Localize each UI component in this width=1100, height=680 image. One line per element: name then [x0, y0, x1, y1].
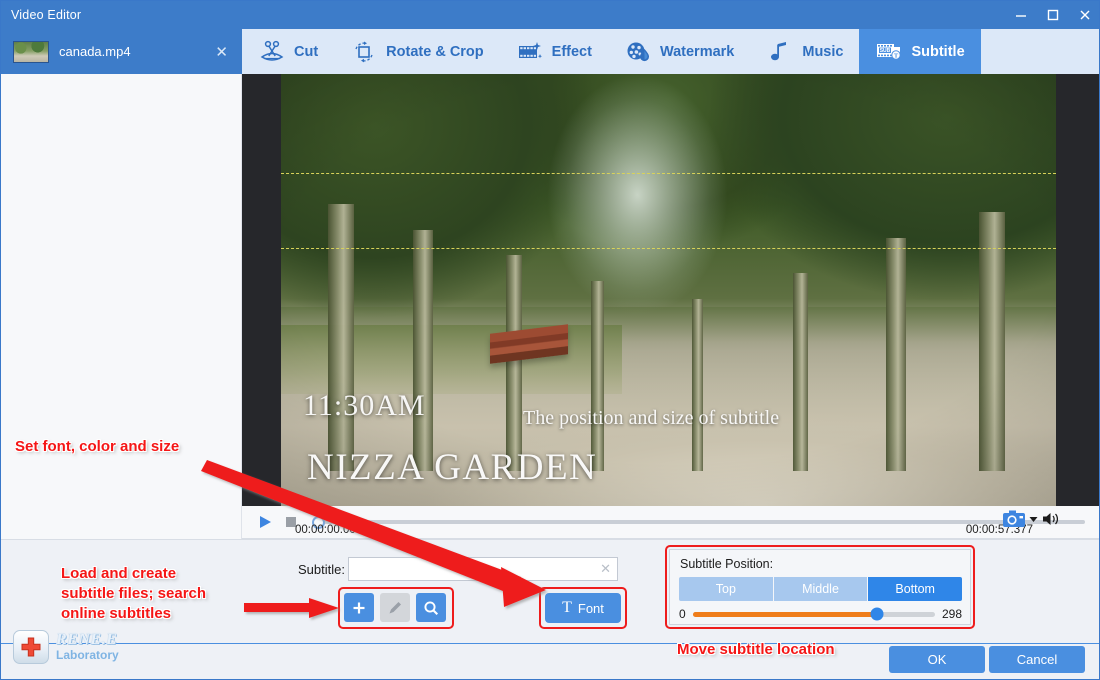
- slider-fill: [693, 612, 877, 617]
- rotate-crop-icon: [350, 40, 378, 64]
- window-title: Video Editor: [1, 8, 81, 22]
- subtitle-position-panel: Subtitle Position: Top Middle Bottom 0 2…: [669, 549, 971, 625]
- search-icon: [423, 600, 439, 616]
- minimize-button[interactable]: [1005, 1, 1037, 29]
- maximize-icon: [1046, 8, 1060, 22]
- toolbar-item-effect[interactable]: Effect: [500, 29, 608, 74]
- video-overlay-time: 11:30AM: [303, 389, 426, 423]
- annotation-load-create: Load and create subtitle files; search o…: [61, 564, 206, 624]
- video-preview[interactable]: 11:30AM NIZZA GARDEN The position and si…: [242, 74, 1100, 506]
- toolbar-label-cut: Cut: [294, 44, 318, 60]
- subtitle-position-segments: Top Middle Bottom: [679, 577, 962, 601]
- brand-sub: Laboratory: [56, 649, 119, 662]
- main-toolbar: Cut Rotate & Crop: [242, 29, 1100, 74]
- subtitle-position-title: Subtitle Position:: [680, 557, 773, 571]
- video-frame: 11:30AM NIZZA GARDEN The position and si…: [281, 74, 1056, 506]
- subtitle-input-wrapper[interactable]: ✕: [348, 557, 618, 581]
- cancel-button[interactable]: Cancel: [989, 646, 1085, 673]
- watermark-droplet-icon: [624, 40, 652, 64]
- minimize-icon: [1014, 8, 1028, 22]
- subtitle-input[interactable]: [355, 562, 596, 576]
- file-tab[interactable]: canada.mp4 ✕: [1, 29, 242, 74]
- play-icon: [257, 514, 273, 530]
- add-subtitle-button[interactable]: [344, 593, 374, 622]
- maximize-button[interactable]: [1037, 1, 1069, 29]
- svg-text:T: T: [894, 52, 899, 59]
- video-overlay-place: NIZZA GARDEN: [307, 446, 597, 489]
- play-button[interactable]: [252, 514, 278, 530]
- subtitle-sub-icon: SUB T: [875, 40, 903, 64]
- slider-track[interactable]: [693, 612, 935, 617]
- chevron-down-icon[interactable]: [1028, 509, 1039, 529]
- speaker-icon[interactable]: [1041, 509, 1061, 529]
- scissors-icon: [258, 40, 286, 64]
- toolbar-label-music: Music: [802, 44, 843, 60]
- slider-max-label: 298: [942, 607, 962, 621]
- red-cross-badge-icon: [13, 630, 49, 664]
- close-icon: [1078, 8, 1092, 22]
- brand-text: RENE.E Laboratory: [56, 632, 119, 661]
- toolbar-item-cut[interactable]: Cut: [242, 29, 334, 74]
- annotation-set-font: Set font, color and size: [15, 437, 179, 457]
- pencil-icon: [387, 600, 403, 616]
- toolbar-item-music[interactable]: Music: [750, 29, 859, 74]
- subtitle-field-label: Subtitle:: [298, 562, 345, 577]
- video-vignette: [281, 74, 1056, 506]
- window-controls: [1005, 1, 1100, 29]
- toolbar-label-subtitle: Subtitle: [911, 44, 964, 60]
- subtitle-position-slider[interactable]: 0 298: [679, 607, 962, 621]
- position-option-top[interactable]: Top: [679, 577, 774, 601]
- svg-text:SUB: SUB: [880, 48, 891, 54]
- brand-logo: RENE.E Laboratory: [13, 630, 119, 664]
- font-button[interactable]: T Font: [545, 593, 621, 623]
- position-option-middle[interactable]: Middle: [774, 577, 869, 601]
- slider-handle[interactable]: [870, 608, 883, 621]
- close-file-icon[interactable]: ✕: [209, 43, 234, 61]
- subtitle-file-buttons: [344, 593, 446, 622]
- edit-subtitle-button[interactable]: [380, 593, 410, 622]
- subtitle-bounding-box[interactable]: [281, 173, 1056, 249]
- file-name: canada.mp4: [59, 44, 209, 59]
- toolbar-spacer: [981, 29, 1100, 74]
- toolbar-item-watermark[interactable]: Watermark: [608, 29, 750, 74]
- brand-name: RENE.E: [56, 632, 119, 649]
- close-button[interactable]: [1069, 1, 1100, 29]
- title-bar: Video Editor: [1, 1, 1100, 29]
- search-subtitle-button[interactable]: [416, 593, 446, 622]
- snapshot-controls: [1002, 509, 1061, 529]
- font-t-icon: T: [562, 599, 572, 617]
- position-option-bottom[interactable]: Bottom: [868, 577, 962, 601]
- video-editor-window: Video Editor canada.mp4 ✕: [0, 0, 1100, 680]
- subtitle-overlay-text[interactable]: The position and size of subtitle: [523, 407, 779, 430]
- left-file-panel: [1, 74, 242, 539]
- ok-button[interactable]: OK: [889, 646, 985, 673]
- toolbar-label-rotate-crop: Rotate & Crop: [386, 44, 483, 60]
- current-time: 00:00:00.000: [295, 524, 362, 536]
- toolbar-item-rotate-crop[interactable]: Rotate & Crop: [334, 29, 499, 74]
- music-note-icon: [766, 40, 794, 64]
- film-sparkle-icon: [516, 40, 544, 64]
- annotation-move-location: Move subtitle location: [677, 640, 835, 660]
- plus-icon: [351, 600, 367, 616]
- slider-min-label: 0: [679, 607, 686, 621]
- video-thumbnail: [13, 41, 49, 63]
- font-button-label: Font: [578, 601, 604, 616]
- toolbar-label-effect: Effect: [552, 44, 592, 60]
- toolbar-label-watermark: Watermark: [660, 44, 734, 60]
- toolbar-item-subtitle[interactable]: SUB T Subtitle: [859, 29, 980, 74]
- clear-x-icon[interactable]: ✕: [596, 561, 611, 577]
- camera-icon[interactable]: [1002, 509, 1026, 529]
